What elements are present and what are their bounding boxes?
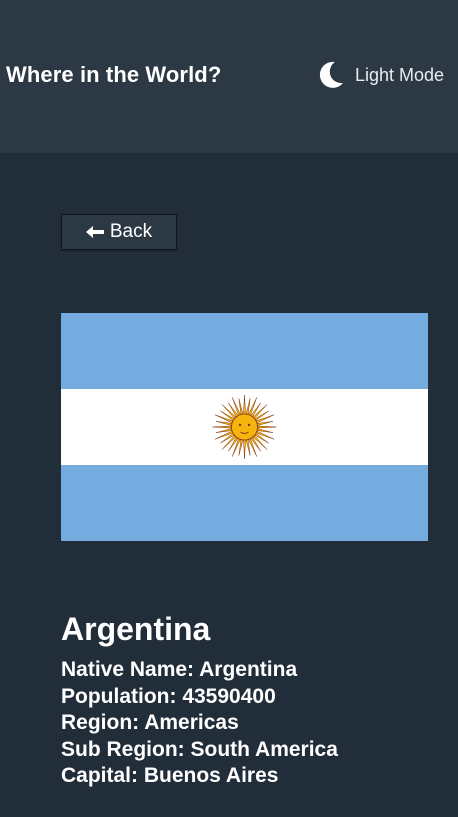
detail-label: Sub Region:	[61, 737, 185, 761]
detail-native-name: Native Name: Argentina	[61, 657, 441, 684]
country-flag	[61, 313, 428, 541]
theme-toggle[interactable]: Light Mode	[318, 60, 444, 90]
detail-value: Buenos Aires	[143, 764, 279, 787]
detail-label: Population:	[61, 684, 177, 708]
theme-toggle-label: Light Mode	[355, 64, 445, 85]
arrow-left-icon	[85, 226, 104, 238]
moon-icon	[319, 61, 343, 88]
detail-region: Region: Americas	[61, 710, 441, 737]
detail-value: Argentina	[199, 658, 298, 681]
detail-label: Native Name:	[61, 658, 195, 681]
detail-value: 43590400	[182, 684, 276, 708]
back-button-label: Back	[109, 221, 153, 242]
sun-of-may-icon	[212, 394, 277, 460]
detail-value: South America	[190, 737, 338, 761]
country-details: Argentina Native Name: Argentina Populat…	[61, 609, 441, 790]
flag-top-stripe	[61, 313, 428, 389]
detail-label: Capital:	[61, 764, 139, 787]
country-name: Argentina	[61, 611, 211, 647]
detail-capital: Capital: Buenos Aires	[61, 763, 441, 790]
app-header: Where in the World? Light Mode	[0, 0, 458, 153]
detail-sub-region: Sub Region: South America	[61, 737, 441, 764]
flag-bottom-stripe	[61, 465, 428, 541]
app-title: Where in the World?	[6, 62, 222, 87]
detail-value: Americas	[144, 711, 239, 734]
back-button[interactable]: Back	[61, 214, 177, 250]
detail-population: Population: 43590400	[61, 684, 441, 711]
detail-label: Region:	[61, 711, 140, 734]
